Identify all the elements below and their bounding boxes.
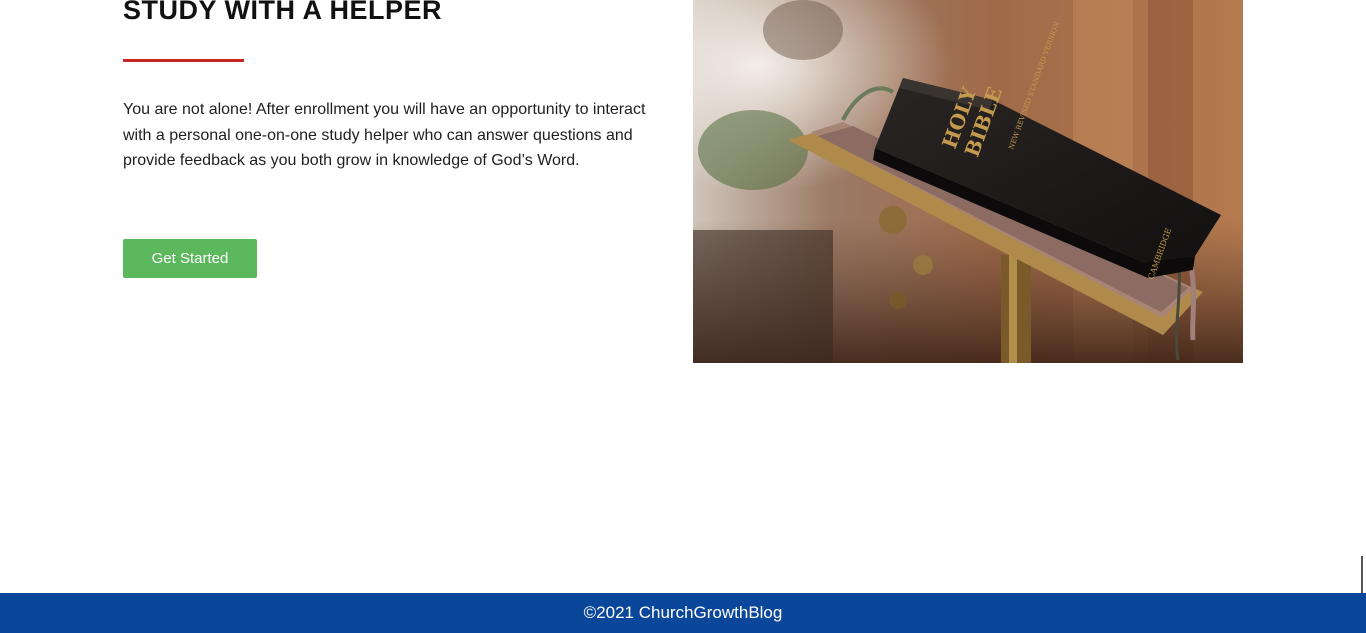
- scrollbar-thumb[interactable]: [1361, 556, 1363, 593]
- heading-divider: [123, 59, 244, 62]
- bible-on-lectern-image: HOLY BIBLE NEW REVISED STANDARD VERSION …: [693, 0, 1243, 363]
- site-footer: ©2021 ChurchGrowthBlog: [0, 593, 1366, 633]
- section-heading: STUDY WITH A HELPER: [123, 0, 443, 25]
- section-description: You are not alone! After enrollment you …: [123, 101, 646, 170]
- study-helper-section: STUDY WITH A HELPER You are not alone! A…: [0, 0, 1366, 593]
- footer-copyright: ©2021 ChurchGrowthBlog: [583, 603, 783, 622]
- bible-photo: HOLY BIBLE NEW REVISED STANDARD VERSION …: [693, 0, 1243, 363]
- get-started-button[interactable]: Get Started: [123, 239, 257, 278]
